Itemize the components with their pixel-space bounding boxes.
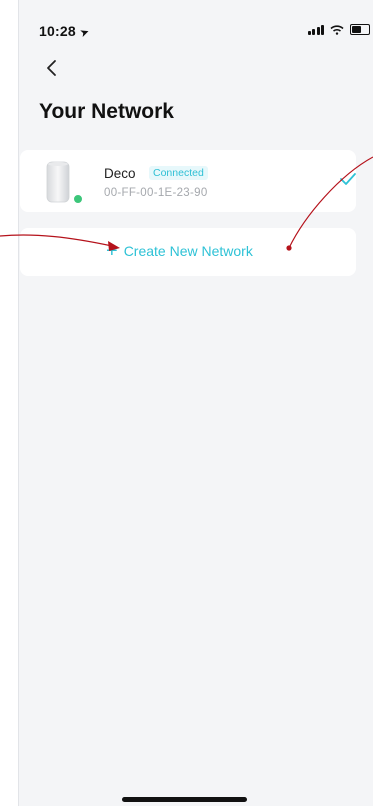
chevron-left-icon (47, 60, 56, 76)
signal-icon (307, 24, 324, 35)
clock-text: 10:28 (39, 23, 76, 39)
wifi-icon (330, 24, 344, 35)
device-name: Deco (104, 166, 136, 181)
deco-device-icon (46, 161, 70, 203)
battery-icon (350, 24, 370, 35)
plus-icon: + (106, 240, 118, 262)
location-arrow-icon: ➤ (78, 25, 92, 41)
device-mac: 00-FF-00-1E-23-90 (104, 187, 208, 199)
online-status-dot (73, 194, 83, 204)
home-indicator (122, 797, 247, 802)
page-title: Your Network (39, 100, 174, 123)
status-badge: Connected (149, 166, 208, 180)
create-network-button[interactable]: + Create New Network (106, 240, 253, 262)
checkmark-icon (340, 173, 356, 185)
back-button[interactable] (39, 56, 63, 80)
status-time: 10:28 ➤ (39, 23, 92, 41)
status-bar: 10:28 ➤ (19, 0, 373, 44)
create-network-label: Create New Network (123, 243, 253, 259)
status-icons (307, 24, 370, 35)
app-screen: 10:28 ➤ Your Network (18, 0, 373, 806)
